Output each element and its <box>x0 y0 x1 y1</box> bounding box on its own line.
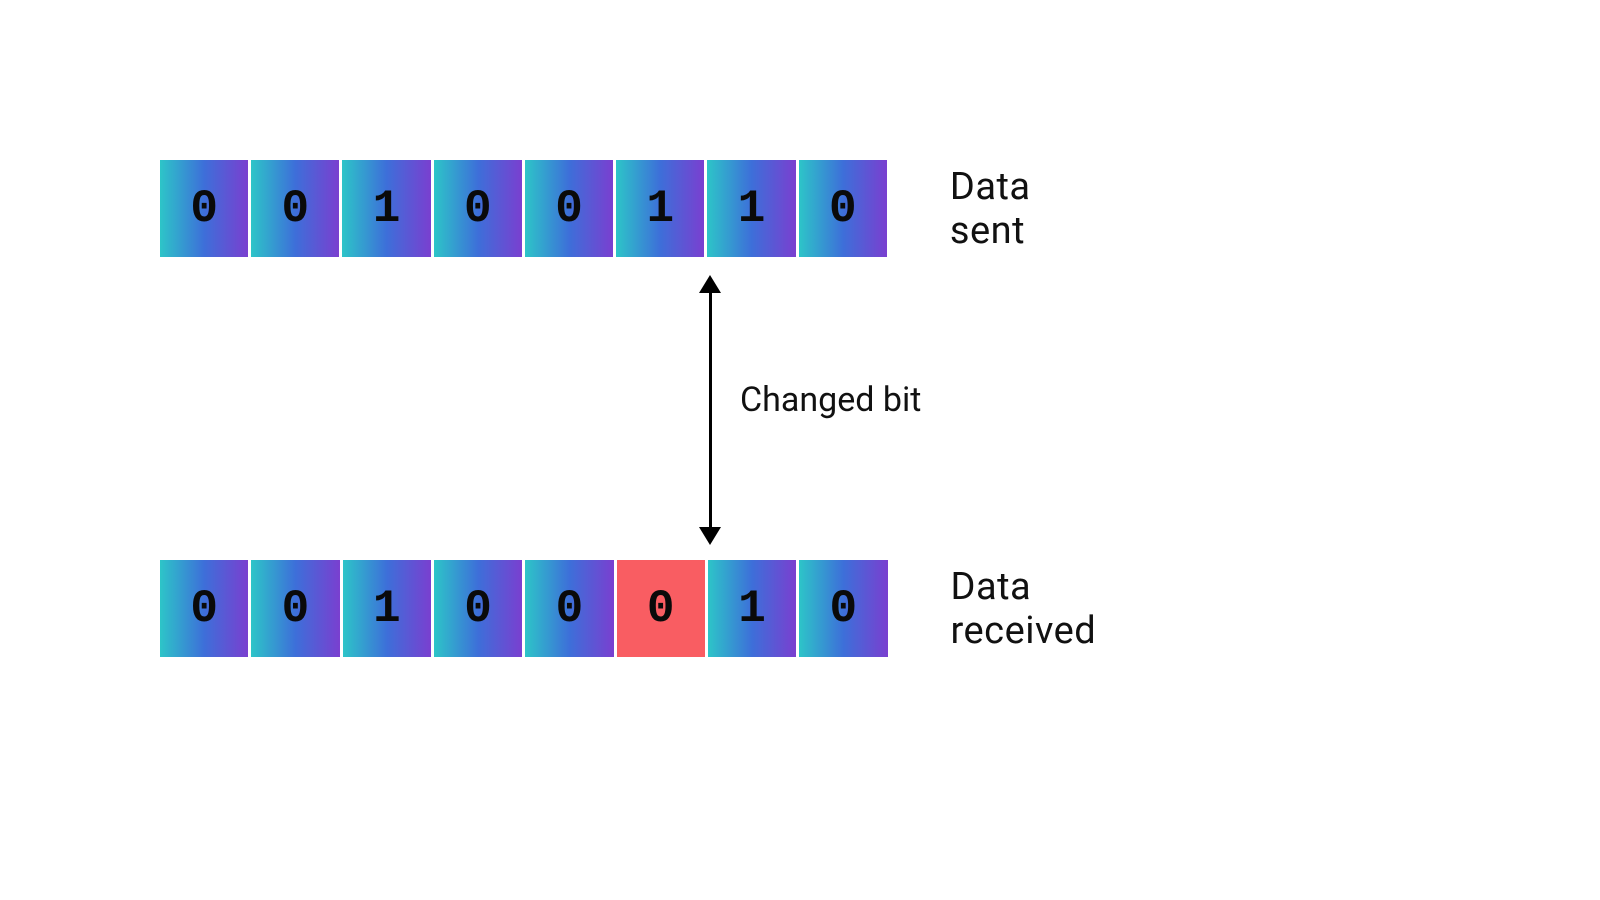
data-received-label: Data received <box>951 565 1166 653</box>
received-bit-5-changed: 0 <box>617 560 705 657</box>
sent-bit-1: 0 <box>251 160 339 257</box>
sent-bit-6: 1 <box>707 160 795 257</box>
sent-bit-2: 1 <box>342 160 430 257</box>
received-bit-3: 0 <box>434 560 522 657</box>
data-sent-label: Data sent <box>950 165 1101 253</box>
arrow-down-icon <box>699 527 721 545</box>
sent-bit-5: 1 <box>616 160 704 257</box>
sent-bit-4: 0 <box>525 160 613 257</box>
double-arrow-icon <box>703 275 719 545</box>
data-sent-row: 0 0 1 0 0 1 1 0 Data sent <box>160 160 1101 257</box>
sent-bit-7: 0 <box>799 160 887 257</box>
received-bit-2: 1 <box>343 560 431 657</box>
received-bit-4: 0 <box>525 560 613 657</box>
received-bit-0: 0 <box>160 560 248 657</box>
arrow-line <box>709 283 712 537</box>
sent-bit-0: 0 <box>160 160 248 257</box>
changed-bit-label: Changed bit <box>740 380 921 420</box>
received-bit-6: 1 <box>708 560 796 657</box>
data-received-row: 0 0 1 0 0 0 1 0 Data received <box>160 560 1166 657</box>
received-bit-7: 0 <box>799 560 887 657</box>
received-bit-1: 0 <box>251 560 339 657</box>
sent-bit-3: 0 <box>434 160 522 257</box>
